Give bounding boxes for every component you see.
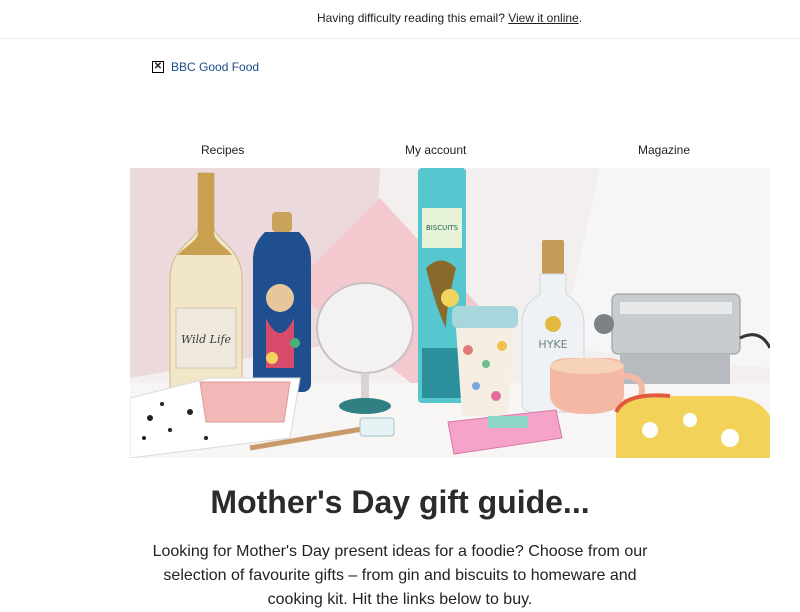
preheader-message: Having difficulty reading this email? Vi…	[317, 11, 582, 25]
headline: Mother's Day gift guide...	[210, 484, 590, 520]
travel-coffee-cup	[452, 306, 518, 416]
preheader-suffix: .	[578, 11, 583, 25]
tin-label: BISCUITS	[426, 224, 459, 232]
logo-alt-text[interactable]: BBC Good Food	[171, 60, 259, 74]
wine-label: Wild Life	[181, 333, 232, 346]
nav-item-magazine[interactable]: Magazine	[638, 143, 690, 157]
view-online-link[interactable]: View it online	[508, 11, 579, 25]
broken-image-icon: ✕	[152, 61, 164, 73]
bbc-good-food-logo[interactable]: ✕ BBC Good Food	[152, 60, 259, 74]
nav-item-my-account[interactable]: My account	[405, 143, 466, 157]
preheader-bar: Having difficulty reading this email? Vi…	[0, 0, 800, 39]
oven-glove	[614, 393, 770, 458]
nav-item-recipes[interactable]: Recipes	[201, 143, 244, 157]
gin-label: HYKE	[538, 338, 567, 351]
hero-image[interactable]: Wild Life BISCUITS HYKE	[130, 168, 770, 458]
patterned-water-bottle	[253, 212, 311, 392]
intro-paragraph: Looking for Mother's Day present ideas f…	[152, 543, 648, 608]
hero-gift-illustration: Wild Life BISCUITS HYKE	[130, 168, 770, 458]
preheader-text: Having difficulty reading this email?	[317, 11, 505, 25]
